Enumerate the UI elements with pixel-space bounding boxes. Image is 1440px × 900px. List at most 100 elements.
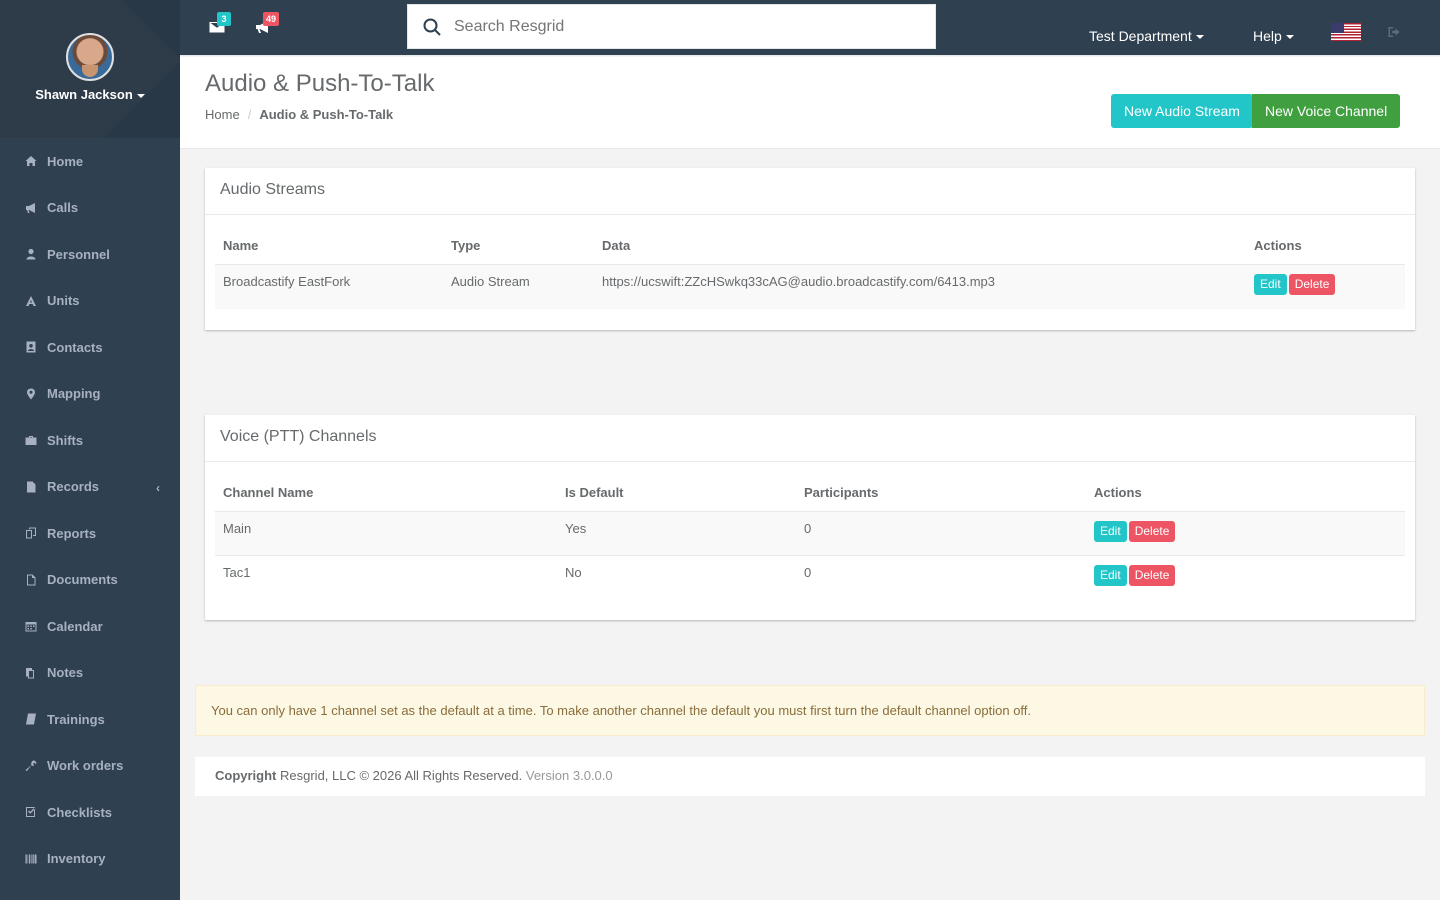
sidebar-item-calendar[interactable]: Calendar [0,603,180,650]
sidebar-item-label: Calendar [47,618,103,634]
sidebar-item-checklists[interactable]: Checklists [0,789,180,836]
sidebar-item-units[interactable]: Units [0,278,180,325]
sidebar-item-records[interactable]: Records ‹ [0,464,180,511]
profile-header: Shawn Jackson [0,0,180,138]
notes-icon [25,667,39,679]
stream-name: Broadcastify EastFork [215,264,443,309]
delete-channel-button[interactable]: Delete [1128,565,1176,586]
caret-down-icon [1195,35,1204,40]
default-channel-warning: You can only have 1 channel set as the d… [195,685,1425,736]
sidebar-item-label: Contacts [47,339,103,355]
channel-name: Tac1 [215,555,557,600]
sidebar-item-contacts[interactable]: Contacts [0,324,180,371]
profile-name: Shawn Jackson [35,87,133,102]
table-header-row: Name Type Data Actions [215,225,1405,265]
sidebar-item-notes[interactable]: Notes [0,650,180,697]
sidebar-item-personnel[interactable]: Personnel [0,231,180,278]
stream-actions: Edit Delete [1246,264,1405,309]
edit-channel-button[interactable]: Edit [1094,565,1127,586]
breadcrumb: Home / Audio & Push-To-Talk [205,107,393,122]
document-icon [25,574,39,586]
us-flag-icon[interactable] [1331,23,1361,41]
stream-data: https://ucswift:ZZcHSwkq33cAG@audio.broa… [594,264,1246,309]
column-header-actions: Actions [1086,472,1405,512]
sidebar-item-label: Notes [47,665,84,681]
channel-actions: Edit Delete [1086,511,1405,556]
map-marker-icon [25,388,39,400]
sidebar-item-label: Records [47,479,100,495]
logout-button[interactable] [1388,26,1402,38]
book-icon [25,713,39,725]
calendar-icon [25,620,39,632]
channel-participants: 0 [796,555,1086,600]
sidebar-item-inventory[interactable]: Inventory [0,836,180,883]
help-dropdown[interactable]: Help [1253,28,1294,44]
audio-streams-body: Name Type Data Actions Broadcastify East… [205,215,1415,339]
wrench-icon [25,760,39,772]
sidebar-item-trainings[interactable]: Trainings [0,696,180,743]
column-header-type: Type [443,225,594,265]
sidebar-item-work-orders[interactable]: Work orders [0,743,180,790]
channel-is-default: No [557,555,796,600]
sidebar-item-shifts[interactable]: Shifts [0,417,180,464]
new-audio-stream-button[interactable]: New Audio Stream [1111,94,1253,128]
sidebar-item-calls[interactable]: Calls [0,185,180,232]
voice-channels-title: Voice (PTT) Channels [205,415,1415,462]
sidebar-item-documents[interactable]: Documents [0,557,180,604]
stream-type: Audio Stream [443,264,594,309]
sidebar-item-mapping[interactable]: Mapping [0,371,180,418]
top-navbar: 3 49 Test Department Help [180,0,1440,56]
audio-streams-title: Audio Streams [205,168,1415,215]
reports-icon [25,527,39,539]
search-icon [422,17,442,37]
search-box[interactable] [407,4,936,49]
caret-down-icon [136,93,145,98]
voice-channels-panel: Voice (PTT) Channels Channel Name Is Def… [205,415,1415,620]
department-label: Test Department [1089,28,1192,44]
user-icon [25,248,39,260]
messages-button[interactable]: 3 [209,12,231,34]
sign-out-icon [1388,27,1400,37]
breadcrumb-home[interactable]: Home [205,107,240,122]
voice-channels-body: Channel Name Is Default Participants Act… [205,462,1415,630]
new-voice-channel-button[interactable]: New Voice Channel [1252,94,1401,128]
search-input[interactable] [454,17,894,36]
column-header-is-default: Is Default [557,472,796,512]
sidebar: Shawn Jackson Home Calls Personnel Units… [0,0,180,900]
truck-icon [25,295,39,307]
department-dropdown[interactable]: Test Department [1089,28,1204,44]
breadcrumb-separator: / [247,107,252,122]
sidebar-item-home[interactable]: Home [0,138,180,185]
copyright-text: Resgrid, LLC © 2026 All Rights Reserved. [276,768,523,783]
sidebar-item-label: Work orders [47,758,124,774]
table-header-row: Channel Name Is Default Participants Act… [215,472,1405,512]
delete-channel-button[interactable]: Delete [1128,521,1176,542]
copyright-label: Copyright [215,768,277,783]
profile-name-dropdown[interactable]: Shawn Jackson [0,87,180,102]
sidebar-item-reports[interactable]: Reports [0,510,180,557]
caret-down-icon [1285,35,1294,40]
edit-stream-button[interactable]: Edit [1254,274,1287,295]
sidebar-item-label: Personnel [47,246,110,262]
channel-name: Main [215,511,557,556]
bullhorn-icon [25,202,39,214]
table-row: Tac1 No 0 Edit Delete [215,555,1405,600]
audio-streams-table: Name Type Data Actions Broadcastify East… [215,225,1405,309]
sidebar-item-label: Calls [47,200,79,216]
column-header-participants: Participants [796,472,1086,512]
contact-card-icon [25,341,39,353]
voice-channels-table: Channel Name Is Default Participants Act… [215,472,1405,600]
avatar[interactable] [66,33,114,81]
help-label: Help [1253,28,1282,44]
delete-stream-button[interactable]: Delete [1288,274,1336,295]
column-header-actions: Actions [1246,225,1405,265]
edit-channel-button[interactable]: Edit [1094,521,1127,542]
notifications-button[interactable]: 49 [255,12,280,34]
notifications-badge: 49 [263,12,280,26]
sidebar-item-label: Documents [47,572,118,588]
page-header: Audio & Push-To-Talk Home / Audio & Push-T… [180,57,1440,149]
version-text: Version 3.0.0.0 [522,768,613,783]
channel-actions: Edit Delete [1086,555,1405,600]
checkbox-icon [25,806,39,818]
barcode-icon [25,853,39,865]
